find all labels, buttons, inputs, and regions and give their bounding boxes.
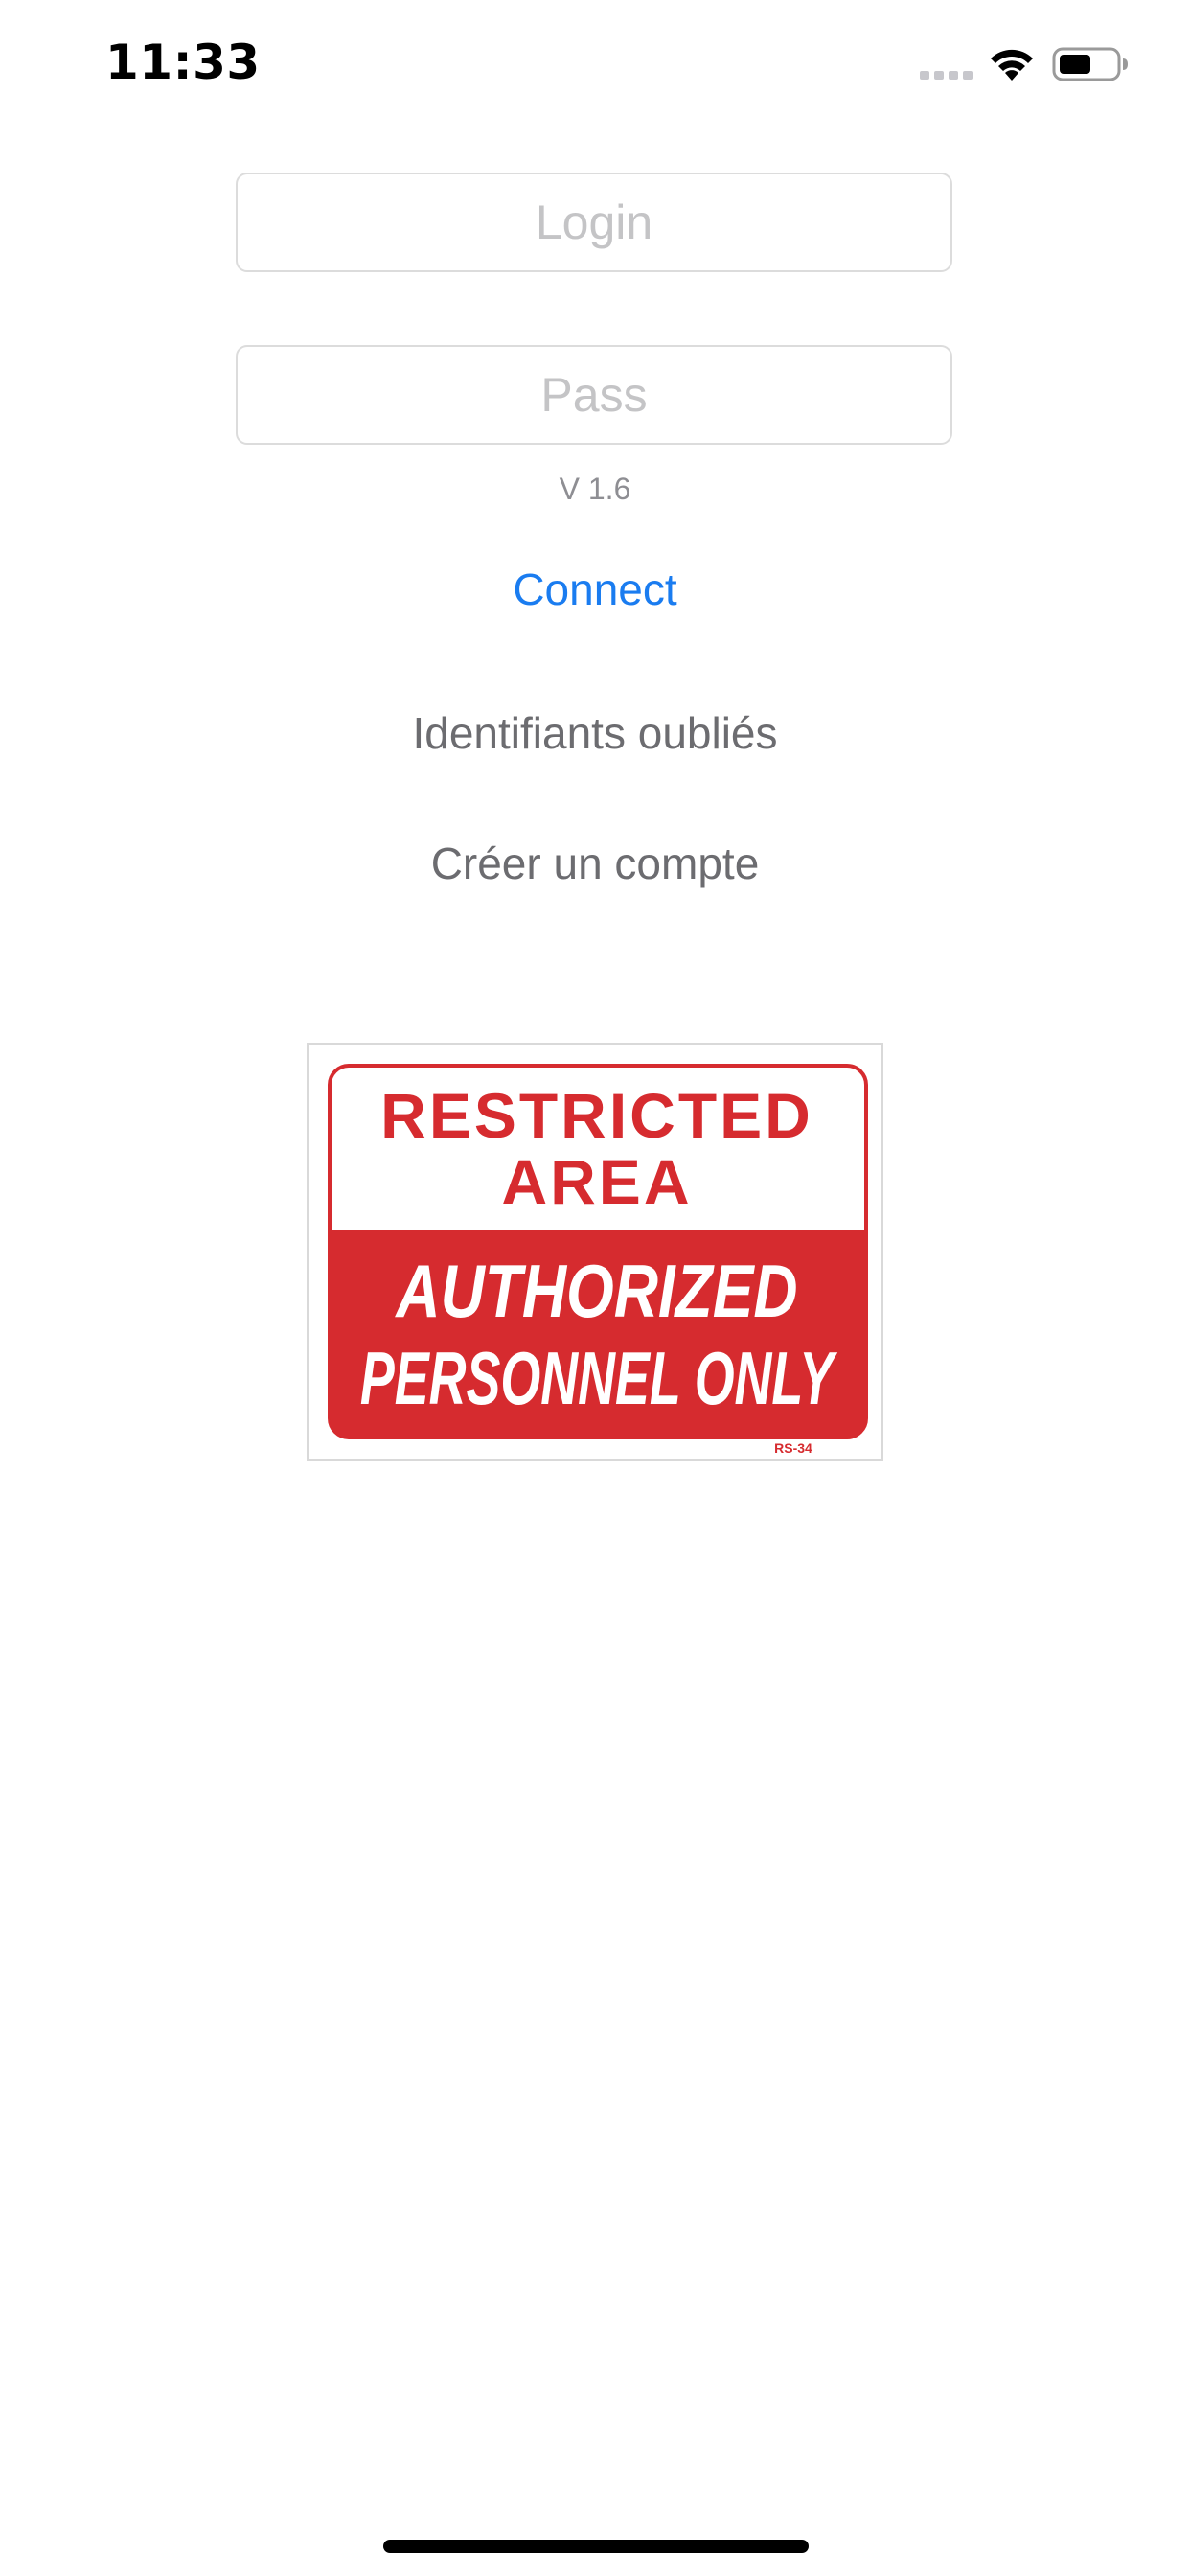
status-bar: 11:33 <box>0 0 1190 126</box>
login-input[interactable] <box>238 174 950 270</box>
sign-line-authorized: AUTHORIZED <box>395 1250 798 1333</box>
sign-line-personnel-only: PERSONNEL ONLY <box>360 1337 838 1420</box>
sign-line-restricted: RESTRICTED <box>380 1080 813 1151</box>
version-label: V 1.6 <box>559 472 631 506</box>
home-indicator[interactable] <box>383 2540 809 2553</box>
sign-code: RS-34 <box>774 1440 812 1456</box>
cellular-signal-icon <box>920 71 973 80</box>
wifi-icon <box>991 49 1033 80</box>
login-field[interactable] <box>236 172 952 272</box>
connect-button[interactable]: Connect <box>0 564 1190 615</box>
create-account-button[interactable]: Créer un compte <box>0 838 1190 889</box>
password-input[interactable] <box>238 347 950 443</box>
restricted-area-sign-image: RESTRICTED AREA AUTHORIZED PERSONNEL ONL… <box>307 1043 883 1460</box>
password-field[interactable] <box>236 345 952 445</box>
sign-line-area: AREA <box>501 1146 692 1217</box>
status-time: 11:33 <box>105 34 261 90</box>
battery-icon <box>1052 47 1128 81</box>
forgot-credentials-button[interactable]: Identifiants oubliés <box>0 707 1190 759</box>
